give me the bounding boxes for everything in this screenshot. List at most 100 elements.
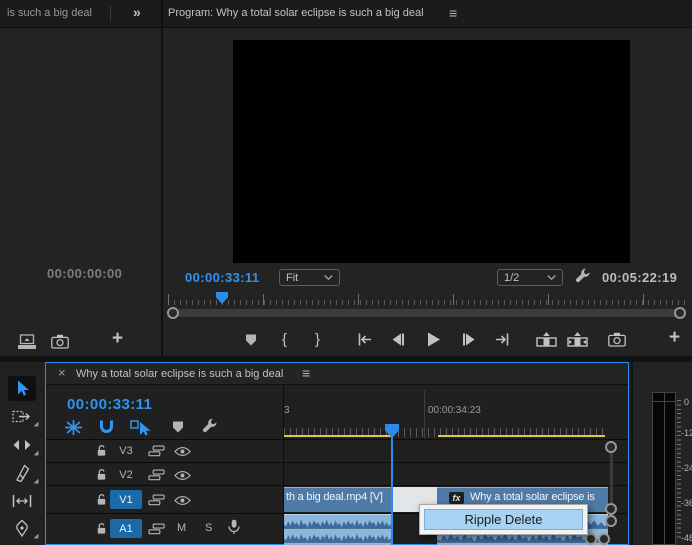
program-current-timecode[interactable]: 00:00:33:11 xyxy=(185,270,260,285)
program-video-viewport[interactable] xyxy=(233,40,630,263)
snap-magnet-icon[interactable] xyxy=(98,419,115,436)
eye-icon[interactable] xyxy=(174,446,191,457)
timeline-tab-title[interactable]: Why a total solar eclipse is such a big … xyxy=(76,368,283,380)
nest-toggle-icon[interactable] xyxy=(64,419,83,436)
close-icon[interactable]: × xyxy=(58,366,66,379)
pen-tool[interactable] xyxy=(13,519,31,538)
scrollbar-handle[interactable] xyxy=(605,441,617,453)
voiceover-mic-icon[interactable] xyxy=(227,519,241,535)
lock-icon[interactable] xyxy=(95,522,108,535)
eye-icon[interactable] xyxy=(174,470,191,481)
ruler-label-left: 3 xyxy=(284,405,290,416)
mute-button[interactable]: M xyxy=(177,522,186,534)
mark-out-icon[interactable]: } xyxy=(315,332,320,347)
chevron-down-icon xyxy=(547,275,556,280)
play-icon[interactable] xyxy=(425,331,442,348)
context-menu-item-ripple-delete[interactable]: Ripple Delete xyxy=(424,509,583,530)
solo-button[interactable]: S xyxy=(205,522,212,534)
track-name: V2 xyxy=(119,469,132,481)
meter-header-row xyxy=(653,401,675,402)
playback-resolution-select[interactable]: 1/2 xyxy=(497,269,563,286)
razor-tool[interactable] xyxy=(13,464,31,482)
extract-icon[interactable] xyxy=(567,332,588,347)
program-panel-menu-icon[interactable]: ≡ xyxy=(449,6,457,20)
slip-tool[interactable] xyxy=(12,493,32,509)
render-bar-segment xyxy=(438,435,605,437)
track-v2-label[interactable]: V2 xyxy=(110,465,142,484)
add-marker-icon[interactable] xyxy=(244,333,258,347)
program-tab-title[interactable]: Program: Why a total solar eclipse is su… xyxy=(168,7,424,19)
monitor-output-icon[interactable] xyxy=(17,334,37,350)
track-select-forward-tool[interactable] xyxy=(12,408,32,424)
source-patch-icon[interactable] xyxy=(148,494,165,506)
track-separator xyxy=(46,462,628,463)
source-patch-icon[interactable] xyxy=(148,469,165,481)
panel-overflow-icon[interactable]: » xyxy=(133,5,141,19)
lock-icon[interactable] xyxy=(95,493,108,506)
ripple-edit-tool[interactable] xyxy=(12,437,32,453)
db-label: -24 xyxy=(681,463,692,473)
export-frame-icon[interactable] xyxy=(608,332,626,347)
step-back-icon[interactable] xyxy=(390,332,406,347)
zoom-level-value: Fit xyxy=(286,272,298,284)
track-separator xyxy=(46,439,628,440)
zoom-level-select[interactable]: Fit xyxy=(279,269,340,286)
track-name: V1 xyxy=(119,494,132,506)
lock-icon[interactable] xyxy=(95,444,108,457)
premiere-app-window: is such a big deal » 00:00:00:00 + Progr… xyxy=(0,0,692,545)
menu-item-label: Ripple Delete xyxy=(464,512,542,527)
mark-in-icon[interactable]: { xyxy=(282,332,287,347)
clip-a1-left[interactable] xyxy=(284,514,391,545)
export-frame-icon[interactable] xyxy=(51,334,69,349)
selection-cursor-icon xyxy=(15,380,30,397)
linked-selection-icon[interactable] xyxy=(130,419,152,436)
track-a1-label[interactable]: A1 xyxy=(110,519,142,538)
source-patch-icon[interactable] xyxy=(148,445,165,457)
go-to-in-icon[interactable] xyxy=(357,332,373,347)
scrollbar-handle[interactable] xyxy=(605,503,617,515)
timeline-settings-wrench-icon[interactable] xyxy=(202,418,219,435)
timeline-current-timecode[interactable]: 00:00:33:11 xyxy=(67,396,152,413)
eye-icon[interactable] xyxy=(174,495,191,506)
ruler-label-right: 00:00:34:23 xyxy=(428,405,481,416)
track-v3-label[interactable]: V3 xyxy=(110,441,142,460)
track-name: A1 xyxy=(119,523,132,535)
tab-divider xyxy=(110,6,111,21)
chevron-down-icon xyxy=(324,275,333,280)
scrollbar-handle[interactable] xyxy=(605,515,617,527)
db-label: 0 xyxy=(684,397,689,407)
render-bar-segment xyxy=(284,435,391,437)
program-settings-wrench-icon[interactable] xyxy=(575,268,592,285)
plus-icon[interactable]: + xyxy=(669,328,680,347)
fx-badge[interactable]: fx xyxy=(449,492,464,504)
program-scrollbar-left-handle[interactable] xyxy=(167,307,179,319)
clip-v1-left[interactable]: th a big deal.mp4 [V] xyxy=(284,487,391,512)
waveform-lane xyxy=(284,516,391,529)
add-marker-icon[interactable] xyxy=(171,420,185,434)
plus-icon[interactable]: + xyxy=(112,329,123,348)
source-timecode[interactable]: 00:00:00:00 xyxy=(47,266,122,281)
scrollbar-handle[interactable] xyxy=(598,533,610,545)
source-patch-icon[interactable] xyxy=(148,523,165,535)
tool-flyout-indicator xyxy=(34,451,39,456)
lock-icon[interactable] xyxy=(95,468,108,481)
program-scrollbar-track[interactable] xyxy=(172,309,680,317)
source-monitor-panel xyxy=(0,0,161,356)
tool-flyout-indicator xyxy=(34,534,39,539)
track-name: V3 xyxy=(119,445,132,457)
db-label: -48 xyxy=(681,533,692,543)
program-scrollbar-right-handle[interactable] xyxy=(674,307,686,319)
track-separator xyxy=(46,485,628,486)
waveform-lane xyxy=(284,530,391,543)
timeline-playhead-line[interactable] xyxy=(391,430,393,544)
track-v1-label[interactable]: V1 xyxy=(110,490,142,509)
tool-flyout-indicator xyxy=(34,422,39,427)
timeline-panel-menu-icon[interactable]: ≡ xyxy=(302,366,310,380)
clip-label: th a big deal.mp4 [V] xyxy=(286,491,391,503)
lift-icon[interactable] xyxy=(536,332,557,347)
selection-tool[interactable] xyxy=(8,376,36,401)
source-tab-title[interactable]: is such a big deal xyxy=(7,7,92,19)
go-to-out-icon[interactable] xyxy=(494,332,510,347)
audio-meter-bars[interactable] xyxy=(652,392,676,545)
step-forward-icon[interactable] xyxy=(461,332,477,347)
